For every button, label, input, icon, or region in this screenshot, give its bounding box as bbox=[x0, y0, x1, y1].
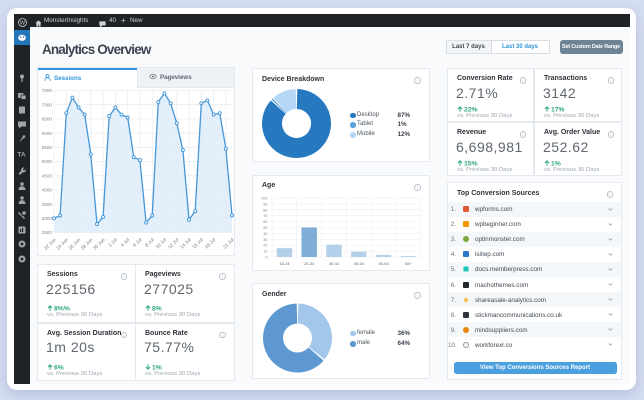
svg-text:100: 100 bbox=[261, 197, 267, 201]
svg-text:55-64: 55-64 bbox=[378, 261, 389, 266]
svg-text:25-34: 25-34 bbox=[304, 261, 315, 266]
svg-text:18-24: 18-24 bbox=[279, 261, 290, 266]
svg-text:2 Jul: 2 Jul bbox=[107, 237, 118, 248]
svg-text:3500: 3500 bbox=[42, 201, 53, 206]
svg-text:30: 30 bbox=[263, 238, 267, 242]
svg-text:26 Jun: 26 Jun bbox=[68, 236, 83, 251]
svg-text:16 Jul: 16 Jul bbox=[191, 237, 204, 250]
svg-text:6500: 6500 bbox=[42, 116, 53, 121]
svg-text:0: 0 bbox=[265, 256, 267, 260]
svg-text:30 Jun: 30 Jun bbox=[92, 236, 107, 251]
svg-text:5500: 5500 bbox=[42, 145, 53, 150]
svg-text:W: W bbox=[20, 21, 26, 27]
svg-text:2500: 2500 bbox=[42, 230, 53, 235]
svg-text:4500: 4500 bbox=[42, 173, 53, 178]
svg-text:12 Jul: 12 Jul bbox=[167, 237, 180, 250]
svg-text:21 Jul: 21 Jul bbox=[222, 237, 234, 250]
svg-text:6000: 6000 bbox=[42, 130, 53, 135]
svg-text:45-54: 45-54 bbox=[354, 261, 365, 266]
svg-text:28 Jun: 28 Jun bbox=[80, 236, 95, 251]
svg-text:90: 90 bbox=[263, 202, 267, 206]
svg-text:5000: 5000 bbox=[42, 159, 53, 164]
svg-text:3000: 3000 bbox=[42, 216, 53, 221]
svg-text:18 Jul: 18 Jul bbox=[204, 237, 217, 250]
svg-text:10 Jul: 10 Jul bbox=[155, 237, 168, 250]
svg-text:10: 10 bbox=[263, 250, 267, 254]
svg-text:60: 60 bbox=[263, 220, 267, 224]
svg-text:4 Jul: 4 Jul bbox=[120, 237, 131, 248]
svg-text:TA: TA bbox=[17, 151, 25, 158]
svg-text:7000: 7000 bbox=[42, 102, 53, 107]
svg-text:40: 40 bbox=[263, 232, 267, 236]
svg-text:14 Jul: 14 Jul bbox=[179, 237, 192, 250]
svg-text:8 Jul: 8 Jul bbox=[144, 237, 155, 248]
svg-text:24 Jun: 24 Jun bbox=[55, 236, 70, 251]
svg-text:80: 80 bbox=[263, 208, 267, 212]
svg-text:70: 70 bbox=[263, 214, 267, 218]
svg-text:6 Jul: 6 Jul bbox=[132, 237, 143, 248]
svg-text:20: 20 bbox=[263, 244, 267, 248]
svg-text:50: 50 bbox=[263, 226, 267, 230]
svg-text:35-44: 35-44 bbox=[329, 261, 340, 266]
svg-text:7500: 7500 bbox=[42, 88, 53, 93]
svg-text:4000: 4000 bbox=[42, 187, 53, 192]
svg-text:65+: 65+ bbox=[405, 261, 412, 266]
svg-text:22 Jun: 22 Jun bbox=[43, 236, 58, 251]
